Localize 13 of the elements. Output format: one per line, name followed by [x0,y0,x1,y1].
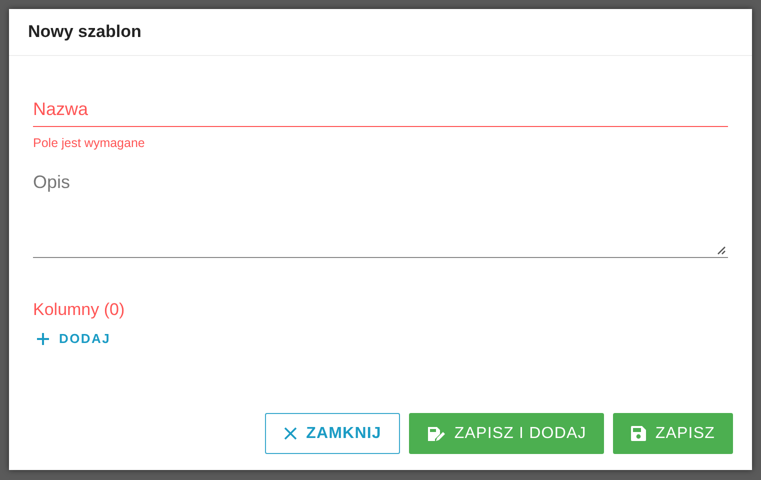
plus-icon [37,332,49,344]
document-edit-icon [427,426,446,442]
add-button[interactable]: DODAJ [33,331,115,346]
close-button[interactable]: ZAMKNIJ [265,413,400,454]
save-button[interactable]: ZAPISZ [613,413,733,454]
name-field[interactable]: Nazwa [33,99,728,127]
close-icon [284,427,298,440]
columns-heading: Kolumny (0) [33,300,126,320]
save-and-add-button[interactable]: ZAPISZ I DODAJ [409,413,604,454]
error-message: Pole jest wymagane [33,136,146,150]
resize-handle-icon[interactable] [717,246,726,255]
description-field[interactable]: Opis [33,172,728,258]
dialog-title: Nowy szablon [28,22,142,42]
